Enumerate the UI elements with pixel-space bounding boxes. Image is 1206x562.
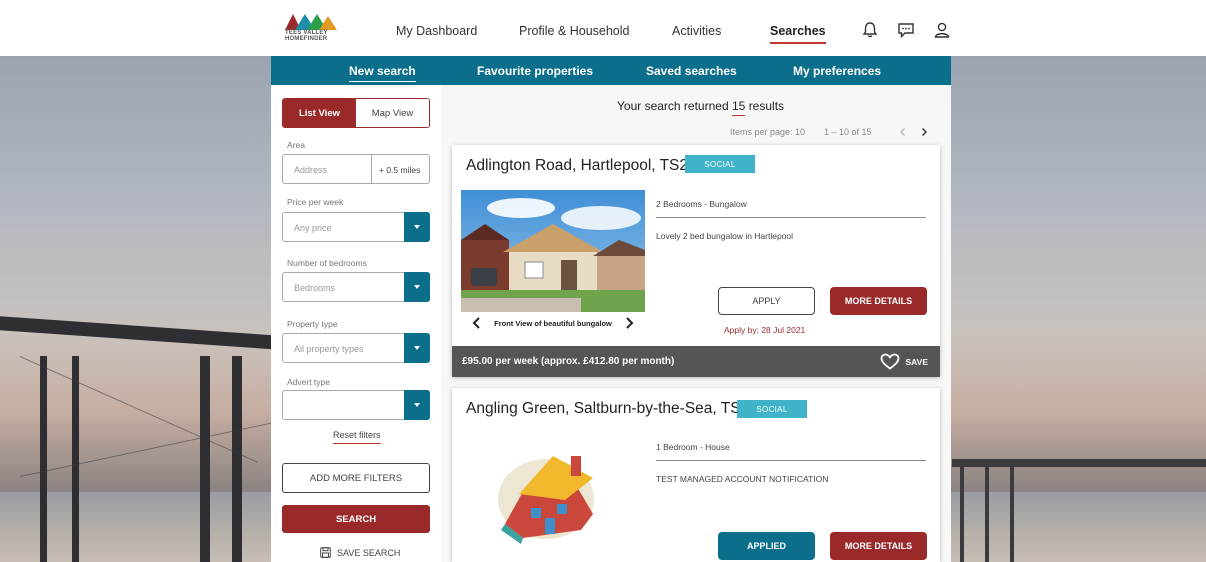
listing-title[interactable]: Adlington Road, Hartlepool, TS24 — [466, 157, 697, 175]
add-more-filters-button[interactable]: ADD MORE FILTERS — [282, 463, 430, 493]
results-count: 15 — [731, 99, 746, 113]
price-value: Any price — [294, 223, 332, 233]
next-page-icon[interactable] — [919, 127, 929, 137]
listing-description: TEST MANAGED ACCOUNT NOTIFICATION — [656, 474, 829, 484]
property-type-value: All property types — [294, 344, 364, 354]
brand-name: TEES VALLEY HOMEFINDER — [285, 30, 328, 42]
nav-activities[interactable]: Activities — [672, 24, 721, 38]
listing-description: Lovely 2 bed bungalow in Hartlepool — [656, 231, 794, 241]
search-button[interactable]: SEARCH — [282, 505, 430, 533]
listing-card: Adlington Road, Hartlepool, TS24 SOCIAL … — [452, 145, 940, 377]
chevron-right-icon[interactable] — [621, 314, 637, 332]
save-search-button[interactable]: SAVE SEARCH — [320, 547, 400, 558]
bedrooms-label: Number of bedrooms — [287, 258, 367, 268]
brand-logo[interactable]: TEES VALLEY HOMEFINDER — [285, 12, 337, 46]
chat-icon[interactable] — [896, 20, 916, 40]
results-summary: Your search returned 15 results — [617, 99, 785, 113]
subnav-new-search[interactable]: New search — [349, 64, 416, 82]
bell-icon[interactable] — [860, 20, 880, 40]
listing-badge: SOCIAL — [685, 155, 755, 173]
bedrooms-select[interactable]: Bedrooms — [282, 272, 430, 302]
property-photo[interactable] — [461, 190, 645, 312]
photo-caption-bar: Front View of beautiful bungalow — [461, 312, 645, 334]
view-toggle: List View Map View — [282, 98, 430, 128]
pier-leg — [72, 356, 79, 562]
property-photo[interactable] — [461, 434, 645, 562]
items-per-page-select[interactable]: 10 — [795, 127, 805, 137]
pier-leg — [232, 356, 242, 562]
listing-card: Angling Green, Saltburn-by-the-Sea, TS13… — [452, 388, 940, 562]
prev-page-icon[interactable] — [898, 127, 908, 137]
list-view-button[interactable]: List View — [283, 99, 356, 127]
apply-button[interactable]: APPLY — [718, 287, 815, 315]
listing-price: £95.00 per week (approx. £412.80 per mon… — [462, 356, 675, 367]
listing-summary: 1 Bedroom - House — [656, 442, 730, 452]
subnav-saved-searches[interactable]: Saved searches — [646, 64, 737, 78]
listing-title[interactable]: Angling Green, Saltburn-by-the-Sea, TS13 — [466, 400, 758, 418]
chevron-down-icon[interactable] — [404, 333, 430, 363]
save-favourite-button[interactable]: SAVE — [880, 353, 928, 370]
map-view-button[interactable]: Map View — [356, 99, 429, 127]
divider — [656, 460, 926, 461]
listing-summary: 2 Bedrooms - Bungalow — [656, 199, 747, 209]
address-input[interactable]: Address — [294, 165, 327, 175]
photo-caption: Front View of beautiful bungalow — [494, 319, 612, 328]
price-bar: £95.00 per week (approx. £412.80 per mon… — [452, 346, 940, 377]
apply-by-date: Apply by: 28 Jul 2021 — [724, 325, 806, 335]
property-type-label: Property type — [287, 319, 338, 329]
divider — [656, 217, 926, 218]
bedrooms-value: Bedrooms — [294, 283, 336, 293]
save-label: SAVE — [905, 356, 928, 367]
radius-select[interactable]: + 0.5 miles — [379, 165, 420, 175]
property-type-select[interactable]: All property types — [282, 333, 430, 363]
subnav-favourite-properties[interactable]: Favourite properties — [477, 64, 593, 78]
area-field: Address + 0.5 miles — [282, 154, 430, 184]
save-disk-icon — [320, 547, 331, 558]
items-per-page-label: Items per page: — [730, 127, 793, 137]
sub-navigation: New search Favourite properties Saved se… — [271, 56, 951, 85]
more-details-button[interactable]: MORE DETAILS — [830, 287, 927, 315]
top-header: TEES VALLEY HOMEFINDER My Dashboard Prof… — [0, 0, 1206, 56]
pier-leg — [1010, 467, 1014, 562]
logo-mark-icon — [285, 14, 337, 30]
pagination-range: 1 – 10 of 15 — [824, 127, 872, 137]
advert-type-label: Advert type — [287, 377, 330, 387]
save-search-label: SAVE SEARCH — [337, 547, 401, 558]
pier-leg — [960, 467, 964, 562]
heart-icon — [881, 353, 900, 370]
wire — [19, 356, 258, 463]
pier-leg — [40, 356, 47, 562]
pier-leg — [200, 356, 210, 562]
subnav-my-preferences[interactable]: My preferences — [793, 64, 881, 78]
applied-button[interactable]: APPLIED — [718, 532, 815, 560]
price-label: Price per week — [287, 197, 344, 207]
nav-searches[interactable]: Searches — [770, 24, 826, 44]
field-divider — [371, 155, 372, 183]
reset-filters-link[interactable]: Reset filters — [333, 430, 381, 444]
nav-profile-household[interactable]: Profile & Household — [519, 24, 629, 38]
more-details-button[interactable]: MORE DETAILS — [830, 532, 927, 560]
listing-badge: SOCIAL — [737, 400, 807, 418]
price-select[interactable]: Any price — [282, 212, 430, 242]
nav-my-dashboard[interactable]: My Dashboard — [396, 24, 477, 38]
pier-leg — [985, 467, 989, 562]
area-label: Area — [287, 140, 305, 150]
advert-type-select[interactable] — [282, 390, 430, 420]
pier-left — [0, 316, 280, 350]
pier-right — [952, 459, 1206, 467]
chevron-down-icon[interactable] — [404, 272, 430, 302]
chevron-down-icon[interactable] — [404, 212, 430, 242]
user-icon[interactable] — [932, 20, 952, 40]
chevron-down-icon[interactable] — [404, 390, 430, 420]
